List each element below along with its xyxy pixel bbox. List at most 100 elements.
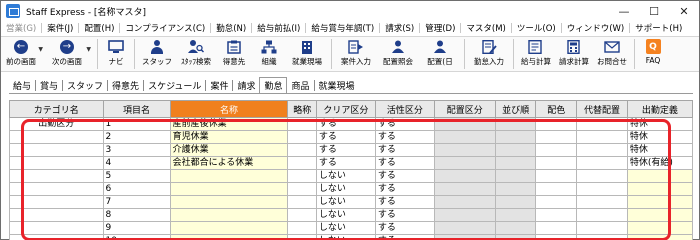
- cell-placement[interactable]: [433, 234, 496, 240]
- cell-alt[interactable]: [576, 130, 628, 144]
- cell-category[interactable]: [9, 208, 104, 222]
- table-row[interactable]: 7 しない する: [9, 195, 693, 209]
- header-order[interactable]: 並び順: [494, 100, 537, 118]
- cell-alt[interactable]: [576, 156, 628, 170]
- payroll-calc-button[interactable]: 給与計算: [517, 37, 555, 71]
- contact-button[interactable]: お問合せ: [593, 37, 631, 71]
- cell-active[interactable]: する: [374, 234, 435, 240]
- cell-placement[interactable]: [433, 117, 496, 131]
- cell-placement[interactable]: [433, 195, 496, 209]
- header-category[interactable]: カテゴリ名: [9, 100, 104, 118]
- cell-category[interactable]: 出勤区分: [9, 117, 104, 131]
- cell-category[interactable]: [9, 221, 104, 235]
- cell-color[interactable]: [535, 182, 578, 196]
- cell-abbr[interactable]: [287, 156, 317, 170]
- cell-item[interactable]: 7: [102, 195, 171, 209]
- cell-clear[interactable]: しない: [315, 169, 376, 183]
- header-active[interactable]: 活性区分: [374, 100, 435, 118]
- cell-clear[interactable]: しない: [315, 221, 376, 235]
- cell-definition[interactable]: 特休: [626, 117, 693, 131]
- menu-master[interactable]: マスタ(M): [461, 22, 510, 34]
- header-alt[interactable]: 代替配置: [576, 100, 628, 118]
- cell-placement[interactable]: [433, 156, 496, 170]
- cell-definition[interactable]: 特休(有給): [626, 156, 693, 170]
- cell-order[interactable]: [494, 182, 537, 196]
- cell-clear[interactable]: しない: [315, 234, 376, 240]
- cell-active[interactable]: する: [374, 182, 435, 196]
- cell-item[interactable]: 4: [102, 156, 171, 170]
- cell-placement[interactable]: [433, 143, 496, 157]
- menu-window[interactable]: ウィンドウ(W): [562, 22, 630, 34]
- org-button[interactable]: 組織: [252, 37, 286, 71]
- cell-order[interactable]: [494, 208, 537, 222]
- header-abbr[interactable]: 略称: [287, 100, 317, 118]
- cell-definition[interactable]: [626, 195, 693, 209]
- cell-color[interactable]: [535, 143, 578, 157]
- cell-item[interactable]: 3: [102, 143, 171, 157]
- cell-definition[interactable]: 特休: [626, 130, 693, 144]
- cell-abbr[interactable]: [287, 208, 317, 222]
- cell-abbr[interactable]: [287, 117, 317, 131]
- navi-button[interactable]: ナビ: [101, 37, 131, 71]
- cell-definition[interactable]: [626, 234, 693, 240]
- cell-color[interactable]: [535, 130, 578, 144]
- cell-category[interactable]: [9, 130, 104, 144]
- cell-category[interactable]: [9, 234, 104, 240]
- next-button[interactable]: → 次の画面 ▼: [47, 37, 91, 71]
- cell-color[interactable]: [535, 169, 578, 183]
- cell-name[interactable]: 会社都合による休業: [169, 156, 289, 170]
- menu-support[interactable]: サポート(H): [630, 22, 687, 34]
- cell-item[interactable]: 5: [102, 169, 171, 183]
- cell-alt[interactable]: [576, 234, 628, 240]
- menu-attendance[interactable]: 勤怠(N): [211, 22, 251, 34]
- staff-button[interactable]: スタッフ: [138, 37, 176, 71]
- cell-placement[interactable]: [433, 182, 496, 196]
- faq-button[interactable]: Q FAQ: [638, 37, 668, 71]
- attendance-input-button[interactable]: 勤怠入力: [468, 37, 510, 71]
- staff-search-button[interactable]: ｽﾀｯﾌ検索: [176, 37, 216, 71]
- cell-order[interactable]: [494, 130, 537, 144]
- table-row[interactable]: 出勤区分 1 産前産後休業 する する 特休: [9, 117, 693, 131]
- cell-active[interactable]: する: [374, 221, 435, 235]
- tab-staff[interactable]: スタッフ: [63, 78, 107, 93]
- cell-item[interactable]: 8: [102, 208, 171, 222]
- cell-order[interactable]: [494, 169, 537, 183]
- cell-color[interactable]: [535, 117, 578, 131]
- cell-active[interactable]: する: [374, 130, 435, 144]
- cell-abbr[interactable]: [287, 169, 317, 183]
- cell-item[interactable]: 9: [102, 221, 171, 235]
- tab-work-site[interactable]: 就業現場: [315, 78, 359, 93]
- cell-clear[interactable]: する: [315, 130, 376, 144]
- site-button[interactable]: 就業現場: [286, 37, 328, 71]
- tab-client[interactable]: 得意先: [108, 78, 143, 93]
- cell-name[interactable]: [169, 195, 289, 209]
- menu-case[interactable]: 案件(J): [42, 22, 78, 34]
- cell-item[interactable]: 6: [102, 182, 171, 196]
- cell-name[interactable]: [169, 182, 289, 196]
- cell-color[interactable]: [535, 208, 578, 222]
- menu-assignment[interactable]: 配置(H): [79, 22, 119, 34]
- cell-abbr[interactable]: [287, 195, 317, 209]
- menu-tools[interactable]: ツール(O): [512, 22, 561, 34]
- chevron-down-icon[interactable]: ▼: [86, 46, 91, 53]
- cell-abbr[interactable]: [287, 182, 317, 196]
- cell-alt[interactable]: [576, 143, 628, 157]
- cell-abbr[interactable]: [287, 143, 317, 157]
- header-placement[interactable]: 配置区分: [433, 100, 496, 118]
- cell-name[interactable]: [169, 208, 289, 222]
- cell-clear[interactable]: しない: [315, 195, 376, 209]
- cell-color[interactable]: [535, 195, 578, 209]
- table-row[interactable]: 2 育児休業 する する 特休: [9, 130, 693, 144]
- cell-order[interactable]: [494, 234, 537, 240]
- cell-category[interactable]: [9, 156, 104, 170]
- table-row[interactable]: 6 しない する: [9, 182, 693, 196]
- cell-name[interactable]: 産前産後休業: [169, 117, 289, 131]
- cell-placement[interactable]: [433, 221, 496, 235]
- cell-alt[interactable]: [576, 195, 628, 209]
- cell-clear[interactable]: しない: [315, 208, 376, 222]
- cell-alt[interactable]: [576, 117, 628, 131]
- cell-alt[interactable]: [576, 169, 628, 183]
- case-input-button[interactable]: 案件入力: [335, 37, 377, 71]
- cell-name[interactable]: [169, 169, 289, 183]
- cell-color[interactable]: [535, 221, 578, 235]
